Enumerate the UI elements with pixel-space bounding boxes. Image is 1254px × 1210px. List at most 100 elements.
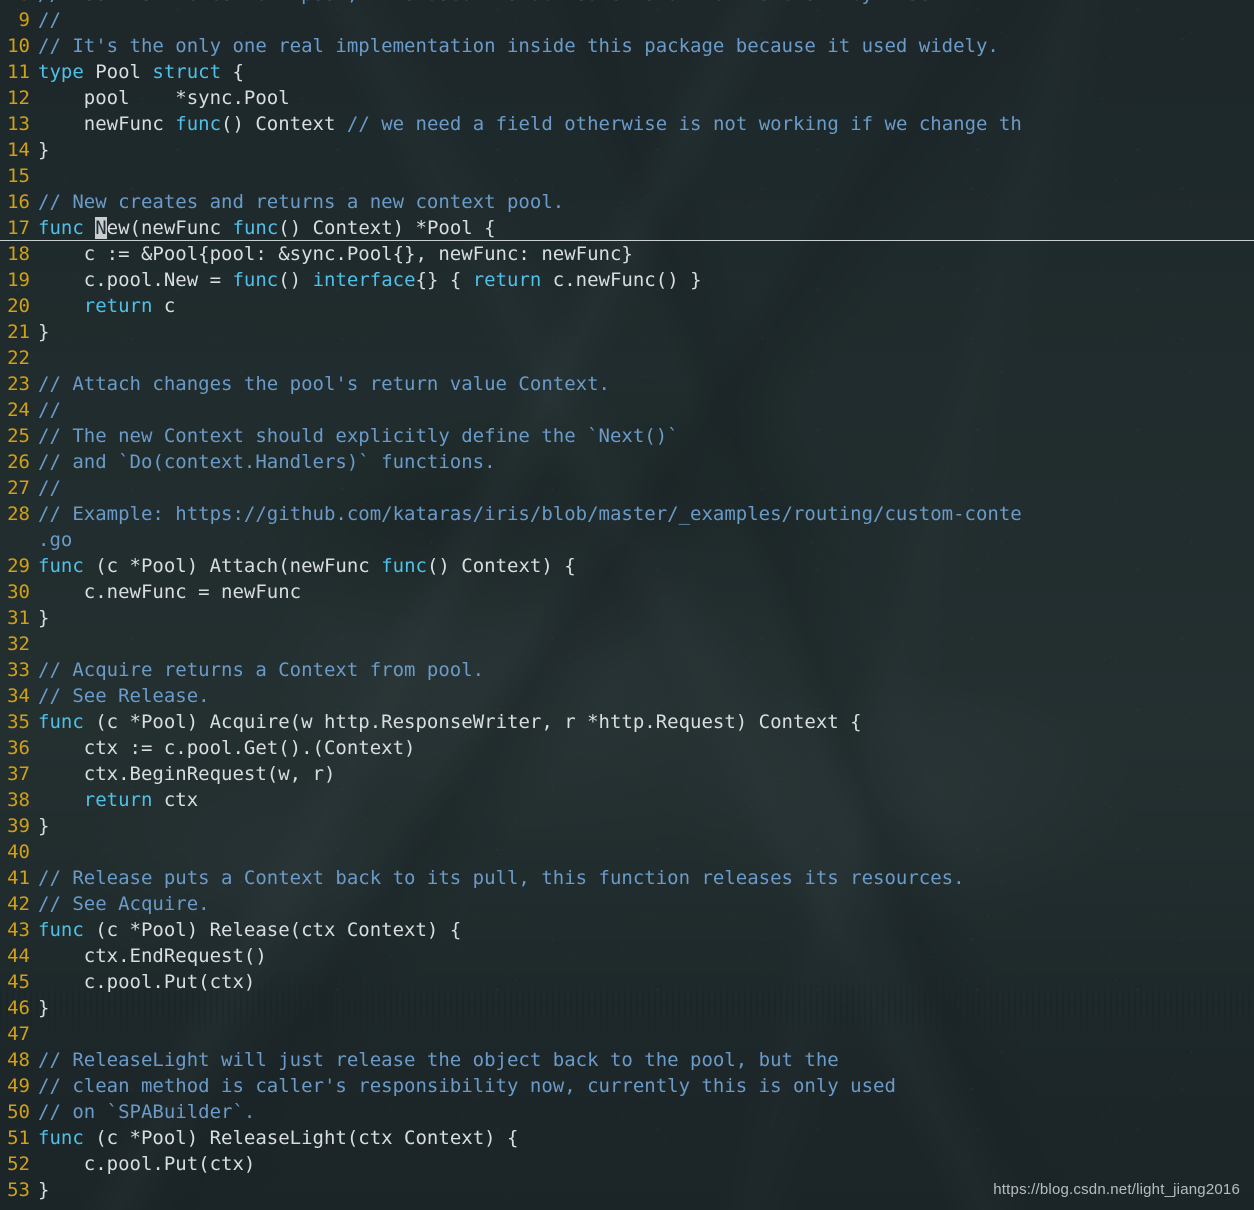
code-line-text[interactable]: newFunc func() Context // we need a fiel… xyxy=(38,111,1254,137)
code-line[interactable]: 19 c.pool.New = func() interface{} { ret… xyxy=(0,267,1254,293)
code-line-text[interactable]: // New creates and returns a new context… xyxy=(38,189,1254,215)
code-line-text[interactable]: return c xyxy=(38,293,1254,319)
code-line-text[interactable]: .go xyxy=(38,527,1254,553)
line-number[interactable]: 34 xyxy=(0,683,38,709)
code-line-text[interactable]: // and `Do(context.Handlers)` functions. xyxy=(38,449,1254,475)
line-number[interactable]: 22 xyxy=(0,345,38,371)
line-number[interactable]: 14 xyxy=(0,137,38,163)
code-line[interactable]: 16// New creates and returns a new conte… xyxy=(0,189,1254,215)
code-line[interactable]: 39} xyxy=(0,813,1254,839)
line-number[interactable]: 29 xyxy=(0,553,38,579)
code-line-text[interactable]: // ReleaseLight will just release the ob… xyxy=(38,1047,1254,1073)
line-number[interactable]: 20 xyxy=(0,293,38,319)
code-line[interactable]: 41// Release puts a Context back to its … xyxy=(0,865,1254,891)
code-line[interactable]: 9// xyxy=(0,7,1254,33)
line-number[interactable]: 38 xyxy=(0,787,38,813)
code-line-text[interactable]: } xyxy=(38,319,1254,345)
line-number[interactable]: 49 xyxy=(0,1073,38,1099)
code-line-text[interactable]: c.pool.New = func() interface{} { return… xyxy=(38,267,1254,293)
code-line-text[interactable]: c.pool.Put(ctx) xyxy=(38,1151,1254,1177)
code-line-text[interactable]: return ctx xyxy=(38,787,1254,813)
line-number[interactable]: 19 xyxy=(0,267,38,293)
code-line-text[interactable]: // Attach changes the pool's return valu… xyxy=(38,371,1254,397)
code-line-text[interactable]: func (c *Pool) ReleaseLight(ctx Context)… xyxy=(38,1125,1254,1151)
code-line-text[interactable]: // Pool is the context pool, it's used i… xyxy=(38,0,1254,7)
code-line-text[interactable]: ctx.BeginRequest(w, r) xyxy=(38,761,1254,787)
code-line[interactable]: 36 ctx := c.pool.Get().(Context) xyxy=(0,735,1254,761)
line-number[interactable]: 13 xyxy=(0,111,38,137)
code-line-text[interactable]: pool *sync.Pool xyxy=(38,85,1254,111)
line-number[interactable]: 45 xyxy=(0,969,38,995)
code-line[interactable]: 50// on `SPABuilder`. xyxy=(0,1099,1254,1125)
code-line[interactable]: 17func New(newFunc func() Context) *Pool… xyxy=(0,215,1254,241)
code-line-text[interactable]: // See Acquire. xyxy=(38,891,1254,917)
code-line[interactable]: 45 c.pool.Put(ctx) xyxy=(0,969,1254,995)
code-line[interactable]: 20 return c xyxy=(0,293,1254,319)
line-number[interactable]: 16 xyxy=(0,189,38,215)
line-number[interactable]: 24 xyxy=(0,397,38,423)
code-line[interactable]: 33// Acquire returns a Context from pool… xyxy=(0,657,1254,683)
code-line[interactable]: 46} xyxy=(0,995,1254,1021)
code-line-text[interactable]: func New(newFunc func() Context) *Pool { xyxy=(38,215,1254,241)
code-line-text[interactable]: // xyxy=(38,397,1254,423)
code-line[interactable]: 28// Example: https://github.com/kataras… xyxy=(0,501,1254,527)
code-line[interactable]: 38 return ctx xyxy=(0,787,1254,813)
code-line-text[interactable]: ctx.EndRequest() xyxy=(38,943,1254,969)
code-line-text[interactable]: } xyxy=(38,995,1254,1021)
code-line[interactable]: 26// and `Do(context.Handlers)` function… xyxy=(0,449,1254,475)
code-line[interactable]: 47 xyxy=(0,1021,1254,1047)
code-line-text[interactable]: ctx := c.pool.Get().(Context) xyxy=(38,735,1254,761)
line-number[interactable]: 26 xyxy=(0,449,38,475)
code-line-text[interactable]: } xyxy=(38,605,1254,631)
code-line-text[interactable]: // Release puts a Context back to its pu… xyxy=(38,865,1254,891)
line-number[interactable]: 32 xyxy=(0,631,38,657)
code-line-text[interactable]: c := &Pool{pool: &sync.Pool{}, newFunc: … xyxy=(38,241,1254,267)
line-number[interactable]: 18 xyxy=(0,241,38,267)
code-line-text[interactable]: func (c *Pool) Release(ctx Context) { xyxy=(38,917,1254,943)
code-line[interactable]: 37 ctx.BeginRequest(w, r) xyxy=(0,761,1254,787)
line-number[interactable]: 36 xyxy=(0,735,38,761)
line-number[interactable]: 12 xyxy=(0,85,38,111)
code-line[interactable]: 8// Pool is the context pool, it's used … xyxy=(0,0,1254,7)
line-number[interactable]: 46 xyxy=(0,995,38,1021)
code-line[interactable]: 44 ctx.EndRequest() xyxy=(0,943,1254,969)
code-line[interactable]: 34// See Release. xyxy=(0,683,1254,709)
line-number[interactable]: 40 xyxy=(0,839,38,865)
code-line[interactable]: 27// xyxy=(0,475,1254,501)
code-line[interactable]: 13 newFunc func() Context // we need a f… xyxy=(0,111,1254,137)
code-line-text[interactable]: // xyxy=(38,7,1254,33)
code-line[interactable]: 10// It's the only one real implementati… xyxy=(0,33,1254,59)
line-number[interactable]: 41 xyxy=(0,865,38,891)
code-line-text[interactable]: func (c *Pool) Attach(newFunc func() Con… xyxy=(38,553,1254,579)
line-number[interactable]: 53 xyxy=(0,1177,38,1203)
code-line[interactable]: 15 xyxy=(0,163,1254,189)
code-line-text[interactable]: c.newFunc = newFunc xyxy=(38,579,1254,605)
code-line[interactable]: 52 c.pool.Put(ctx) xyxy=(0,1151,1254,1177)
code-line[interactable]: 32 xyxy=(0,631,1254,657)
code-editor-window[interactable]: 8// Pool is the context pool, it's used … xyxy=(0,0,1254,1210)
line-number[interactable]: 31 xyxy=(0,605,38,631)
line-number[interactable]: 51 xyxy=(0,1125,38,1151)
line-number[interactable]: 48 xyxy=(0,1047,38,1073)
code-line[interactable]: 24// xyxy=(0,397,1254,423)
line-number[interactable]: 21 xyxy=(0,319,38,345)
code-line-text[interactable]: // xyxy=(38,475,1254,501)
code-line[interactable]: 43func (c *Pool) Release(ctx Context) { xyxy=(0,917,1254,943)
line-number[interactable]: 33 xyxy=(0,657,38,683)
code-line-text[interactable]: type Pool struct { xyxy=(38,59,1254,85)
code-line[interactable]: 40 xyxy=(0,839,1254,865)
code-line-text[interactable]: // Example: https://github.com/kataras/i… xyxy=(38,501,1254,527)
code-line[interactable]: 35func (c *Pool) Acquire(w http.Response… xyxy=(0,709,1254,735)
line-number[interactable]: 10 xyxy=(0,33,38,59)
line-number[interactable]: 30 xyxy=(0,579,38,605)
code-line-text[interactable]: // on `SPABuilder`. xyxy=(38,1099,1254,1125)
line-number[interactable]: 15 xyxy=(0,163,38,189)
line-number[interactable]: 25 xyxy=(0,423,38,449)
code-line[interactable]: 29func (c *Pool) Attach(newFunc func() C… xyxy=(0,553,1254,579)
line-number[interactable]: 8 xyxy=(0,0,38,7)
code-line[interactable]: 14} xyxy=(0,137,1254,163)
code-line-text[interactable]: c.pool.Put(ctx) xyxy=(38,969,1254,995)
code-line[interactable]: 11type Pool struct { xyxy=(0,59,1254,85)
line-number[interactable]: 11 xyxy=(0,59,38,85)
code-line[interactable]: 49// clean method is caller's responsibi… xyxy=(0,1073,1254,1099)
